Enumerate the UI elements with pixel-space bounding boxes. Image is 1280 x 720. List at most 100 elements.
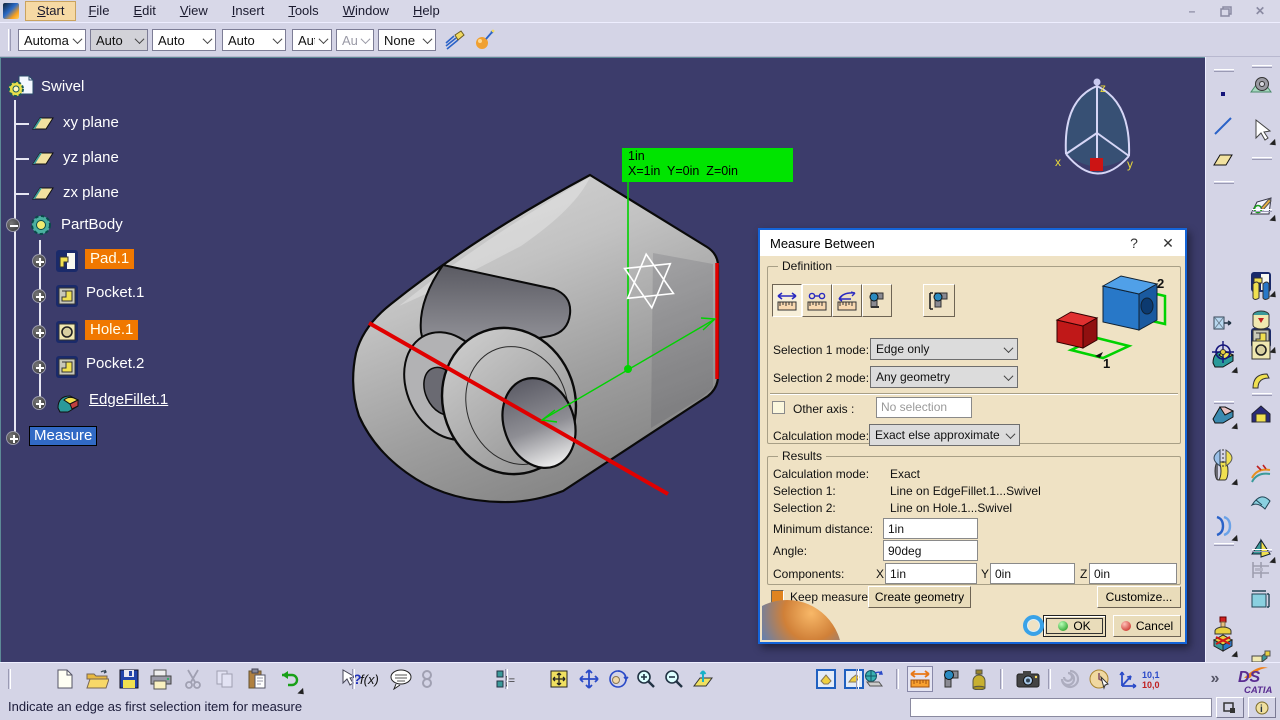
overflow-icon[interactable]: »	[1205, 666, 1225, 692]
pad-icon[interactable]	[54, 248, 80, 274]
link-icon[interactable]	[414, 666, 440, 692]
measure-item-icon[interactable]	[938, 666, 964, 692]
selection1-mode-dropdown[interactable]: Edge only	[870, 338, 1018, 360]
zoom-out-icon[interactable]	[661, 666, 687, 692]
select-cursor-icon[interactable]	[1248, 117, 1274, 143]
groove-icon[interactable]	[1248, 307, 1274, 333]
hole-icon[interactable]	[1248, 337, 1274, 363]
boolean-icon[interactable]	[1248, 401, 1274, 427]
sew-surface-icon[interactable]	[1248, 461, 1274, 487]
filter-dropdown-3[interactable]: Auto	[152, 29, 216, 51]
filter-dropdown-1[interactable]: Automa	[18, 29, 86, 51]
filter-dropdown-4[interactable]: Auto	[222, 29, 286, 51]
tree-item-partbody[interactable]: PartBody	[61, 216, 123, 233]
zoom-in-icon[interactable]	[633, 666, 659, 692]
plane-icon[interactable]	[30, 182, 56, 204]
measure-item-mode-button[interactable]	[862, 284, 892, 317]
angle-field[interactable]	[883, 540, 978, 561]
filter-dropdown-2[interactable]: Auto	[90, 29, 148, 51]
menu-file[interactable]: File	[76, 1, 121, 21]
tree-item-swivel[interactable]: Swivel	[41, 78, 84, 95]
update-icon[interactable]	[1248, 71, 1274, 97]
view-compass[interactable]: z x y	[1055, 79, 1133, 174]
part-swivel[interactable]	[353, 175, 718, 502]
chamfer-icon[interactable]	[1210, 401, 1236, 427]
toolbar-handle[interactable]	[1214, 401, 1234, 404]
calculation-mode-dropdown[interactable]: Exact else approximate	[869, 424, 1020, 446]
dimension-grid-icon[interactable]	[1248, 557, 1274, 583]
toolbar-handle[interactable]	[1252, 65, 1272, 68]
plane-icon[interactable]	[1210, 147, 1236, 173]
cancel-button[interactable]: Cancel	[1113, 615, 1181, 637]
menu-edit[interactable]: Edit	[121, 1, 167, 21]
info-button[interactable]: i	[1248, 697, 1276, 718]
units-icon[interactable]: 10,110,0	[1140, 666, 1166, 692]
tree-item-hole1[interactable]: Hole.1	[85, 320, 138, 340]
selection2-mode-dropdown[interactable]: Any geometry	[870, 366, 1018, 388]
cut-icon[interactable]	[180, 666, 206, 692]
paste-icon[interactable]	[244, 666, 270, 692]
close-icon[interactable]: ✕	[1246, 3, 1274, 20]
menu-start[interactable]: Start	[25, 1, 76, 21]
sketch-icon[interactable]	[1248, 193, 1274, 219]
minimize-icon[interactable]: –	[1178, 3, 1206, 20]
dialog-titlebar[interactable]: Measure Between ? ✕	[760, 230, 1185, 256]
expand-icon[interactable]	[32, 360, 46, 374]
multi-pad-icon[interactable]	[1248, 277, 1274, 303]
menu-tools[interactable]: Tools	[276, 1, 330, 21]
tree-item-zx-plane[interactable]: zx plane	[63, 184, 119, 201]
toolbar-handle[interactable]	[1252, 393, 1272, 396]
rotate-globe-icon[interactable]	[862, 666, 888, 692]
tree-item-measure[interactable]: Measure	[29, 426, 97, 446]
menu-insert[interactable]: Insert	[220, 1, 277, 21]
tree-item-pad1[interactable]: Pad.1	[85, 249, 134, 269]
filter-dropdown-7[interactable]: None	[378, 29, 436, 51]
dialog-help-button[interactable]: ?	[1119, 230, 1149, 256]
toolbar-handle[interactable]	[1252, 209, 1272, 212]
pocket-icon[interactable]	[54, 354, 80, 380]
component-y-field[interactable]	[990, 563, 1075, 584]
menu-window[interactable]: Window	[331, 1, 401, 21]
customize-button[interactable]: Customize...	[1097, 586, 1181, 608]
expand-icon[interactable]	[32, 325, 46, 339]
rotate-icon[interactable]	[605, 666, 631, 692]
tree-item-edgefillet1[interactable]: EdgeFillet.1	[89, 391, 168, 408]
tree-item-xy-plane[interactable]: xy plane	[63, 114, 119, 131]
point-icon[interactable]	[1210, 81, 1236, 107]
open-folder-icon[interactable]	[84, 666, 110, 692]
toolbar-handle[interactable]	[1214, 543, 1234, 546]
draft-icon[interactable]	[1210, 513, 1236, 539]
collapse-icon[interactable]	[6, 218, 20, 232]
line-icon[interactable]	[1210, 113, 1236, 139]
partbody-icon[interactable]	[28, 212, 54, 238]
normal-view-icon[interactable]	[690, 666, 716, 692]
fit-all-icon[interactable]	[546, 666, 572, 692]
3d-viewport[interactable]: z x y 1in X=1in Y=0in Z=0in Swivel xy pl…	[0, 57, 1205, 662]
tree-item-pocket2[interactable]: Pocket.2	[86, 355, 144, 372]
component-x-field[interactable]	[885, 563, 977, 584]
other-axis-checkbox[interactable]	[772, 401, 785, 414]
print-icon[interactable]	[148, 666, 174, 692]
close-surface-icon[interactable]	[1248, 487, 1274, 513]
expand-icon[interactable]	[32, 289, 46, 303]
expand-icon[interactable]	[32, 396, 46, 410]
painter-wand-icon[interactable]	[472, 27, 498, 53]
pan-icon[interactable]	[576, 666, 602, 692]
undo-icon[interactable]	[276, 666, 302, 692]
plane-icon[interactable]	[30, 112, 56, 134]
menu-view[interactable]: View	[168, 1, 220, 21]
measure-between-icon[interactable]	[907, 666, 933, 692]
hide-show-icon[interactable]	[813, 666, 839, 692]
catalog-icon[interactable]	[1057, 666, 1083, 692]
tree-item-pocket1[interactable]: Pocket.1	[86, 284, 144, 301]
copy-icon[interactable]	[212, 666, 238, 692]
swivel-part-icon[interactable]	[7, 73, 35, 101]
power-input-field[interactable]	[910, 698, 1212, 717]
other-axis-field[interactable]: No selection	[876, 397, 972, 418]
create-geometry-button[interactable]: Create geometry	[868, 586, 971, 608]
hole-icon[interactable]	[54, 319, 80, 345]
new-document-icon[interactable]	[52, 666, 78, 692]
formula-icon[interactable]: f(x)	[358, 666, 384, 692]
toolbar-handle[interactable]	[1252, 549, 1272, 552]
compass-privileged-plane[interactable]	[1090, 158, 1103, 171]
